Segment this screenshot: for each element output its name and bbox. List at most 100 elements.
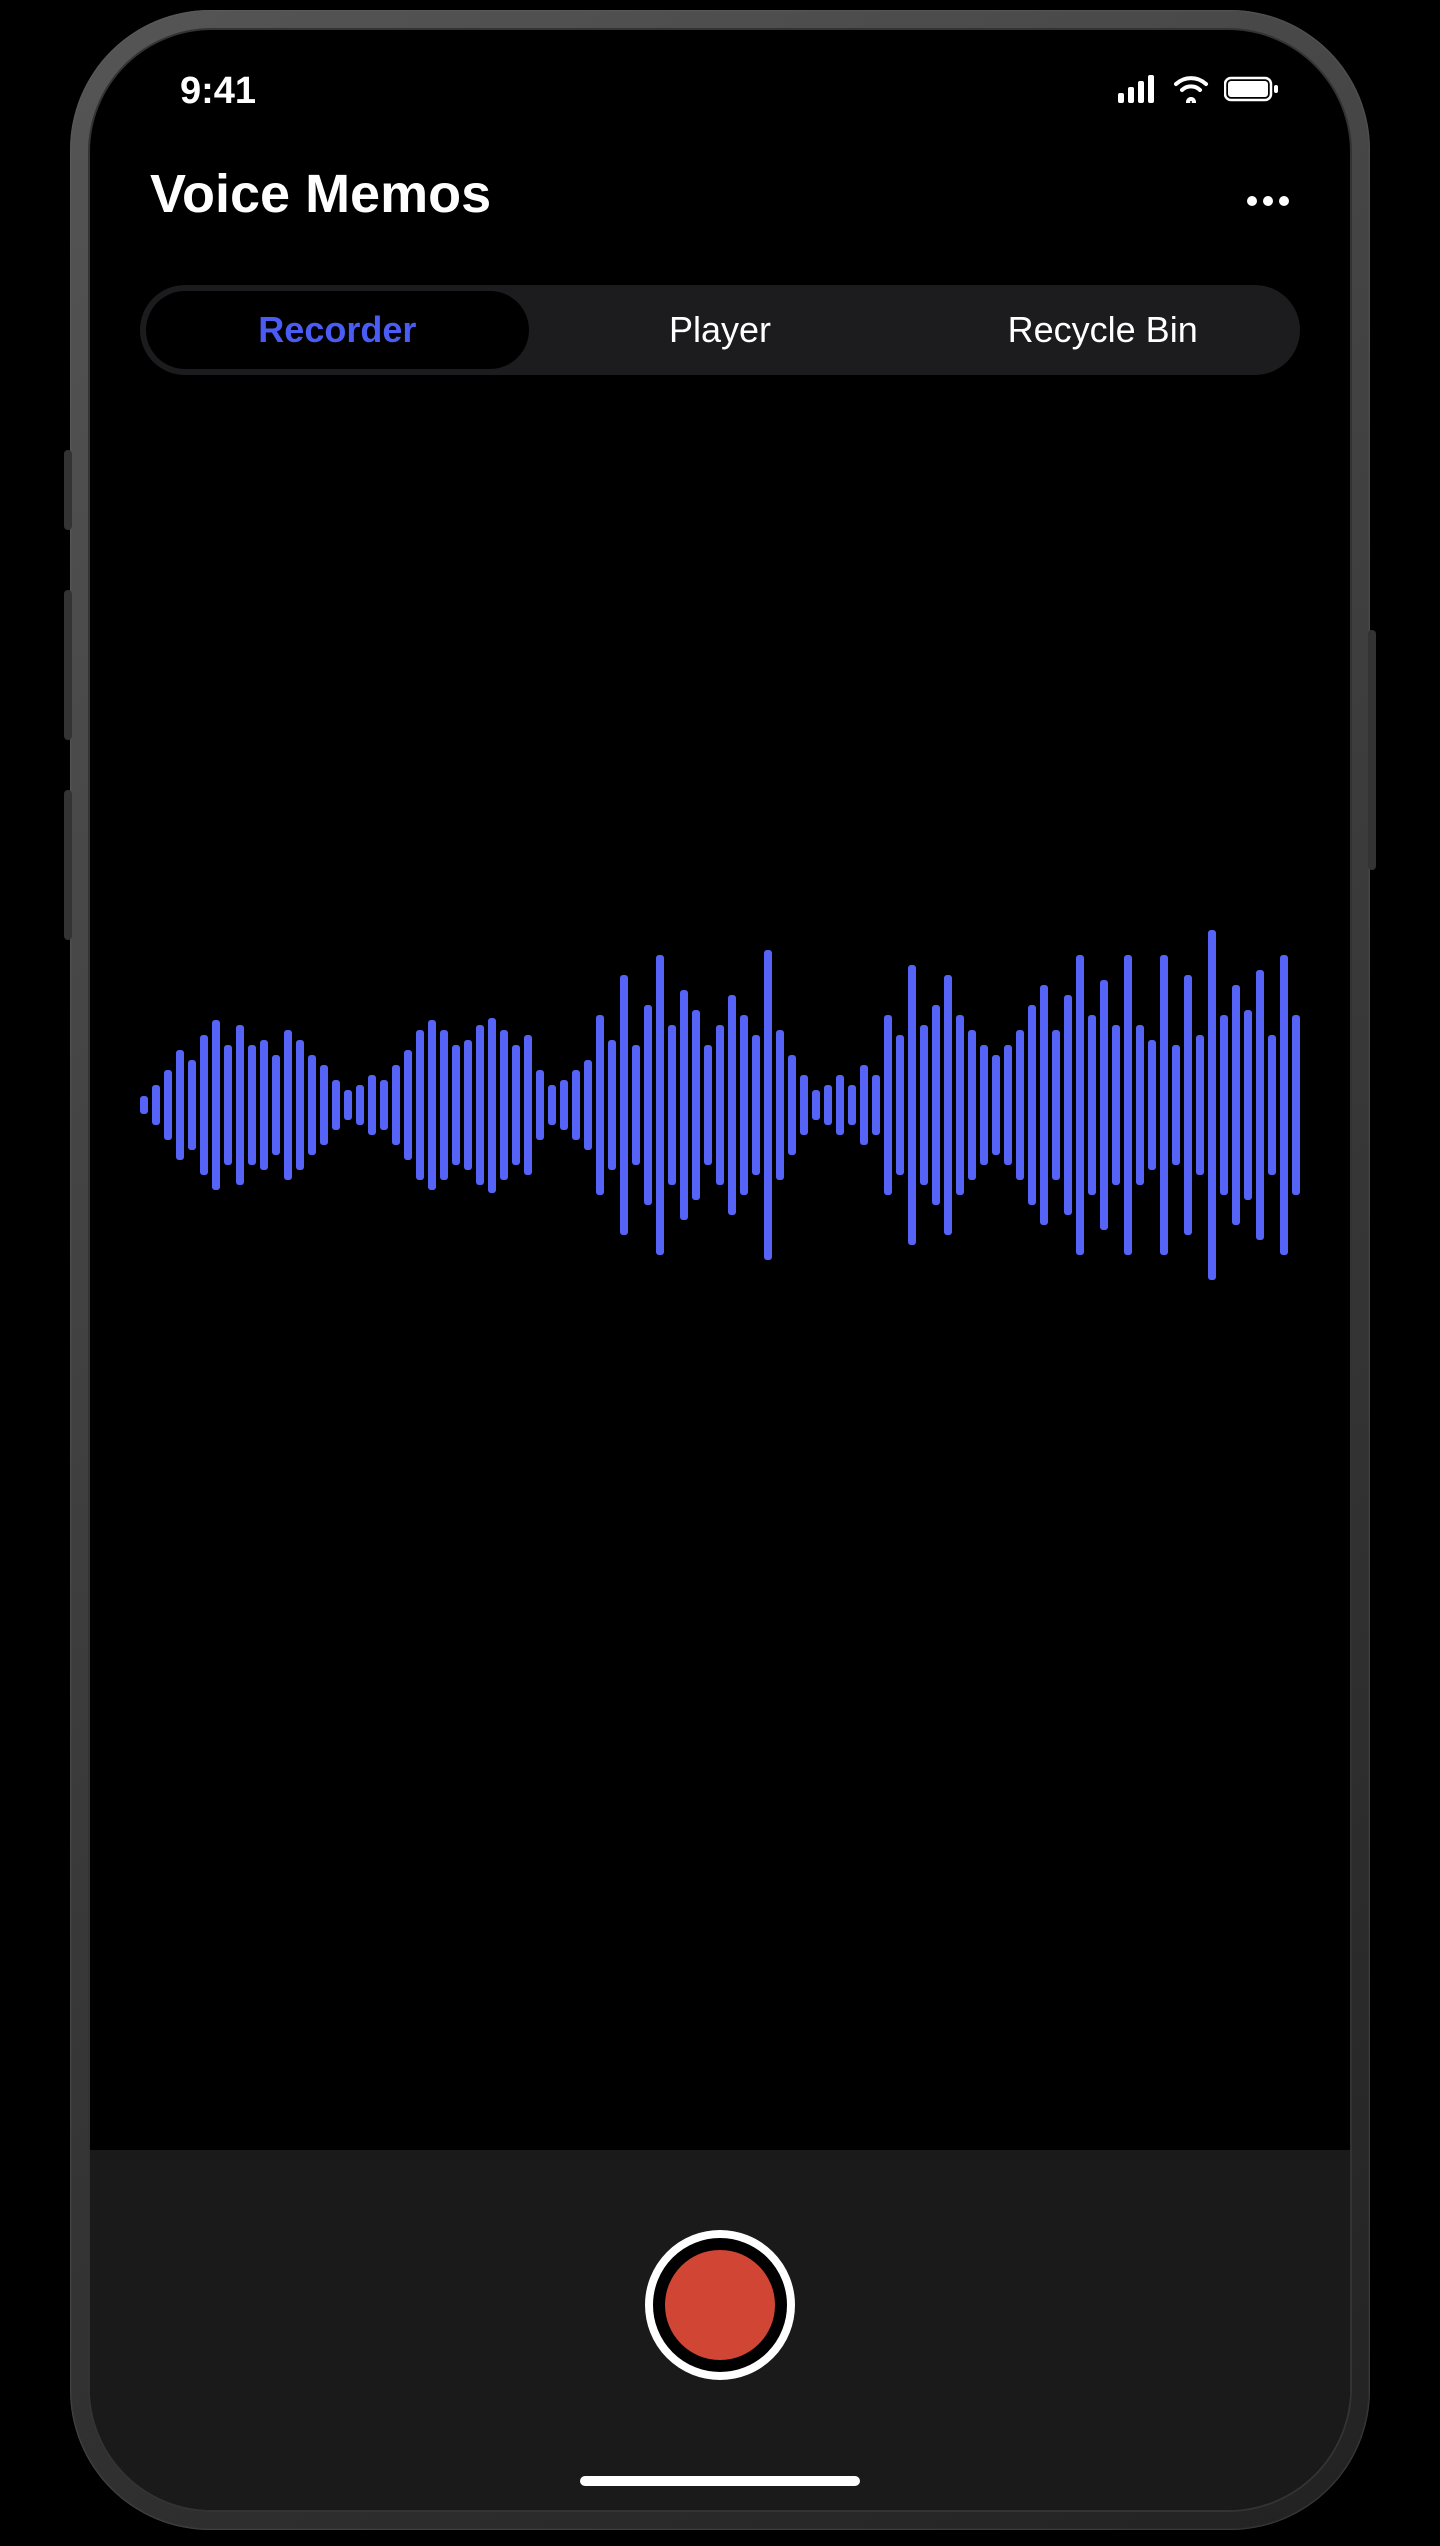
- waveform-bar: [308, 1055, 316, 1155]
- volume-down-button: [64, 790, 72, 940]
- waveform-bar: [788, 1055, 796, 1155]
- waveform-bar: [956, 1015, 964, 1195]
- waveform-bar: [1052, 1030, 1060, 1180]
- waveform-bar: [992, 1055, 1000, 1155]
- waveform-bar: [764, 950, 772, 1260]
- waveform-bar: [1232, 985, 1240, 1225]
- waveform-bar: [1148, 1040, 1156, 1170]
- waveform-bar: [344, 1090, 352, 1120]
- tab-recorder[interactable]: Recorder: [146, 291, 529, 369]
- waveform-area: [90, 395, 1350, 1815]
- waveform-bar: [224, 1045, 232, 1165]
- tab-label: Player: [669, 309, 771, 351]
- waveform-bar: [404, 1050, 412, 1160]
- record-button[interactable]: [645, 2230, 795, 2380]
- waveform-bar: [1064, 995, 1072, 1215]
- waveform-bar: [740, 1015, 748, 1195]
- home-indicator[interactable]: [580, 2476, 860, 2486]
- tab-label: Recycle Bin: [1008, 309, 1198, 351]
- waveform-bar: [824, 1085, 832, 1125]
- waveform-bar: [920, 1025, 928, 1185]
- waveform-bar: [548, 1085, 556, 1125]
- waveform-bar: [332, 1080, 340, 1130]
- waveform-bar: [272, 1055, 280, 1155]
- waveform-bar: [512, 1045, 520, 1165]
- waveform-bar: [680, 990, 688, 1220]
- waveform-bar: [596, 1015, 604, 1195]
- tab-recycle-bin[interactable]: Recycle Bin: [911, 291, 1294, 369]
- waveform-bar: [944, 975, 952, 1235]
- waveform-bar: [776, 1030, 784, 1180]
- device-notch: [530, 30, 910, 90]
- waveform-bar: [1124, 955, 1132, 1255]
- tab-label: Recorder: [258, 309, 416, 351]
- waveform-bar: [860, 1065, 868, 1145]
- waveform-bar: [1028, 1005, 1036, 1205]
- waveform-bar: [632, 1045, 640, 1165]
- waveform-bar: [836, 1075, 844, 1135]
- waveform-bar: [164, 1070, 172, 1140]
- waveform-bar: [1040, 985, 1048, 1225]
- waveform-bar: [200, 1035, 208, 1175]
- waveform-bar: [1268, 1035, 1276, 1175]
- battery-icon: [1224, 70, 1280, 113]
- waveform-bar: [1292, 1015, 1300, 1195]
- waveform-bar: [1208, 930, 1216, 1280]
- waveform-bar: [212, 1020, 220, 1190]
- waveform-bar: [1004, 1045, 1012, 1165]
- waveform-bar: [188, 1060, 196, 1150]
- waveform-bar: [152, 1085, 160, 1125]
- waveform-bar: [536, 1070, 544, 1140]
- waveform-bar: [440, 1030, 448, 1180]
- waveform-bar: [644, 1005, 652, 1205]
- app-header: Voice Memos: [90, 133, 1350, 265]
- waveform-bar: [248, 1045, 256, 1165]
- record-button-indicator: [665, 2250, 775, 2360]
- waveform-bar: [1172, 1045, 1180, 1165]
- waveform-bar: [236, 1025, 244, 1185]
- waveform-bar: [476, 1025, 484, 1185]
- more-options-button[interactable]: [1246, 172, 1290, 217]
- waveform-bar: [1256, 970, 1264, 1240]
- waveform-bar: [872, 1075, 880, 1135]
- waveform-bar: [572, 1070, 580, 1140]
- waveform-bar: [1244, 1010, 1252, 1200]
- waveform-bar: [752, 1035, 760, 1175]
- power-button: [1368, 630, 1376, 870]
- cellular-signal-icon: [1118, 70, 1158, 113]
- waveform-bar: [140, 1096, 148, 1114]
- waveform-bar: [1136, 1025, 1144, 1185]
- waveform-bar: [584, 1060, 592, 1150]
- phone-device-frame: 9:41 Voice Memos Recorder: [70, 10, 1370, 2530]
- bottom-control-panel: [90, 2150, 1350, 2510]
- waveform-bar: [1100, 980, 1108, 1230]
- waveform-bar: [488, 1018, 496, 1193]
- waveform-bar: [716, 1025, 724, 1185]
- volume-up-button: [64, 590, 72, 740]
- tab-player[interactable]: Player: [529, 291, 912, 369]
- waveform-bar: [728, 995, 736, 1215]
- waveform-bar: [800, 1075, 808, 1135]
- segmented-control: Recorder Player Recycle Bin: [140, 285, 1300, 375]
- waveform-bar: [260, 1040, 268, 1170]
- waveform-bar: [692, 1010, 700, 1200]
- waveform-bar: [284, 1030, 292, 1180]
- waveform-bar: [980, 1045, 988, 1165]
- waveform-bar: [356, 1085, 364, 1125]
- waveform-bar: [1220, 1015, 1228, 1195]
- waveform-bar: [848, 1085, 856, 1125]
- waveform-bar: [656, 955, 664, 1255]
- waveform-bar: [452, 1045, 460, 1165]
- waveform-bar: [320, 1065, 328, 1145]
- waveform-bar: [608, 1040, 616, 1170]
- status-icons: [1118, 70, 1280, 113]
- waveform-bar: [560, 1080, 568, 1130]
- waveform-bar: [380, 1080, 388, 1130]
- waveform-bar: [368, 1075, 376, 1135]
- status-time: 9:41: [180, 70, 256, 113]
- waveform-bar: [464, 1040, 472, 1170]
- waveform-bar: [296, 1040, 304, 1170]
- waveform-bar: [812, 1090, 820, 1120]
- waveform-bar: [1184, 975, 1192, 1235]
- waveform-bar: [428, 1020, 436, 1190]
